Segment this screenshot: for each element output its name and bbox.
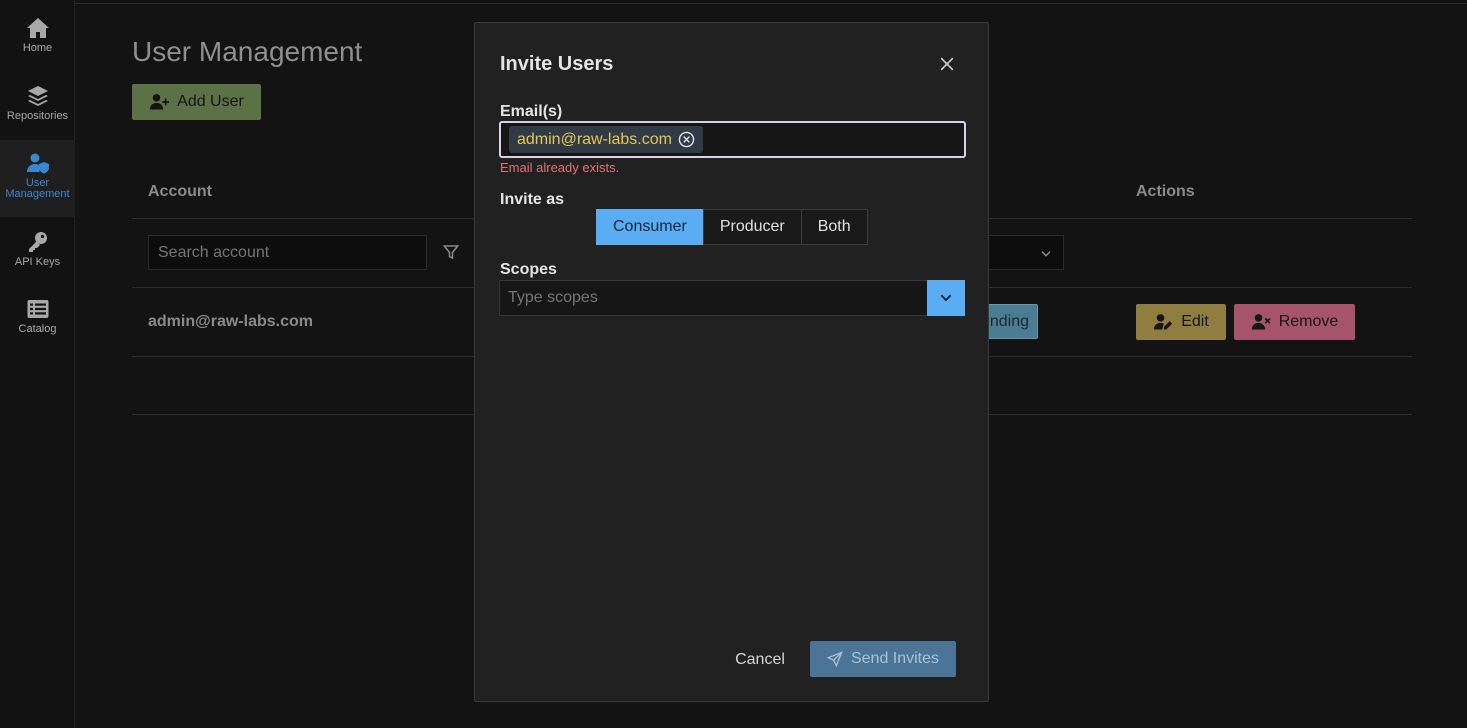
page-title: User Management bbox=[132, 36, 363, 67]
status-filter-select[interactable] bbox=[985, 235, 1064, 270]
sidebar-item-label: User Management bbox=[5, 177, 70, 200]
email-chip-label: admin@raw-labs.com bbox=[517, 130, 672, 148]
role-selector: Consumer Producer Both bbox=[596, 209, 868, 245]
remove-chip-icon[interactable] bbox=[678, 131, 695, 148]
filter-icon[interactable] bbox=[442, 243, 460, 261]
email-input[interactable]: admin@raw-labs.com bbox=[499, 121, 966, 158]
edit-button[interactable]: Edit bbox=[1136, 304, 1226, 340]
home-icon bbox=[26, 18, 49, 38]
email-error: Email already exists. bbox=[500, 160, 620, 175]
list-icon bbox=[27, 300, 48, 318]
scopes-dropdown-button[interactable] bbox=[927, 280, 965, 316]
scopes-input[interactable] bbox=[499, 280, 928, 316]
add-user-button[interactable]: Add User bbox=[132, 84, 261, 120]
send-invites-button[interactable]: Send Invites bbox=[810, 641, 956, 677]
modal-title: Invite Users bbox=[500, 53, 614, 75]
sidebar-item-repositories[interactable]: Repositories bbox=[0, 84, 75, 126]
edit-label: Edit bbox=[1181, 313, 1209, 330]
cancel-button[interactable]: Cancel bbox=[725, 642, 795, 678]
user-edit-icon bbox=[1154, 314, 1173, 330]
status-badge: nding bbox=[986, 304, 1038, 339]
user-plus-icon bbox=[149, 94, 170, 110]
top-divider bbox=[75, 3, 1467, 4]
chevron-down-icon bbox=[1041, 251, 1051, 257]
user-shield-icon bbox=[26, 153, 49, 174]
invite-users-modal: Invite Users Email(s) admin@raw-labs.com… bbox=[474, 22, 989, 702]
emails-label: Email(s) bbox=[500, 103, 563, 120]
role-consumer-button[interactable]: Consumer bbox=[596, 209, 704, 245]
invite-as-label: Invite as bbox=[500, 191, 565, 208]
sidebar-item-label: API Keys bbox=[14, 256, 61, 268]
key-icon bbox=[28, 232, 47, 252]
user-remove-icon bbox=[1251, 314, 1271, 330]
close-icon bbox=[940, 57, 954, 71]
role-both-button[interactable]: Both bbox=[800, 209, 868, 245]
sidebar-item-label: Home bbox=[22, 42, 53, 54]
email-chip: admin@raw-labs.com bbox=[509, 126, 703, 153]
sidebar: Home Repositories User Management API Ke… bbox=[0, 0, 75, 728]
add-user-label: Add User bbox=[177, 93, 244, 110]
remove-label: Remove bbox=[1278, 313, 1339, 330]
send-icon bbox=[826, 651, 843, 667]
sidebar-item-home[interactable]: Home bbox=[0, 16, 75, 58]
sidebar-item-label: Catalog bbox=[18, 323, 57, 335]
app: Home Repositories User Management API Ke… bbox=[0, 0, 1467, 728]
sidebar-item-user-management[interactable]: User Management bbox=[0, 140, 75, 217]
sidebar-item-catalog[interactable]: Catalog bbox=[0, 297, 75, 339]
column-header-actions: Actions bbox=[1136, 183, 1195, 200]
send-invites-label: Send Invites bbox=[850, 650, 940, 667]
layers-icon bbox=[27, 86, 48, 106]
sidebar-item-api-keys[interactable]: API Keys bbox=[0, 230, 75, 272]
scopes-label: Scopes bbox=[500, 261, 557, 278]
search-account-input[interactable] bbox=[148, 235, 427, 270]
role-producer-button[interactable]: Producer bbox=[702, 209, 802, 245]
remove-button[interactable]: Remove bbox=[1234, 304, 1355, 340]
table-row-account: admin@raw-labs.com bbox=[148, 313, 313, 330]
sidebar-item-label: Repositories bbox=[6, 110, 69, 122]
chevron-down-icon bbox=[940, 294, 952, 302]
column-header-account: Account bbox=[148, 183, 212, 200]
close-button[interactable] bbox=[937, 54, 957, 74]
